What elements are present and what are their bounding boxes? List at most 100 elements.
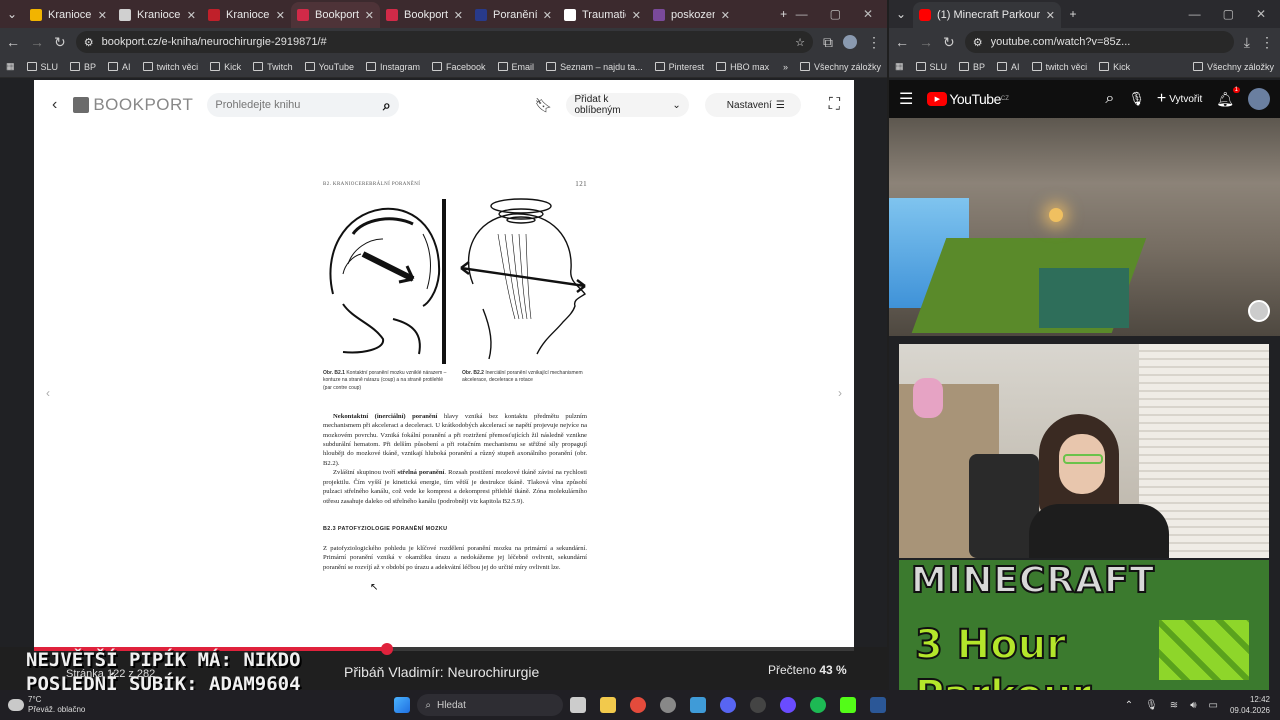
bookmark-item[interactable]: Facebook <box>432 62 486 72</box>
next-page-icon[interactable]: › <box>838 386 842 400</box>
menu-icon[interactable]: ⋮ <box>867 34 881 51</box>
file-explorer-icon[interactable] <box>600 697 617 713</box>
close-tab-icon[interactable]: ✕ <box>1046 9 1055 22</box>
clock[interactable]: 12:42 09.04.2026 <box>1230 694 1270 716</box>
bookmark-item[interactable]: BP <box>70 62 96 72</box>
new-tab-button[interactable]: + <box>1061 7 1085 21</box>
close-tab-icon[interactable]: ✕ <box>721 9 730 22</box>
start-icon[interactable] <box>394 697 411 713</box>
browser-tab[interactable]: Bookport – ✕ <box>380 2 469 28</box>
browser-tab[interactable]: Kranioceret ✕ <box>113 2 202 28</box>
add-favorite-button[interactable]: Přidat k oblíbeným ⌄ <box>566 93 689 117</box>
url-field[interactable]: ⚙ bookport.cz/e-kniha/neurochirurgie-291… <box>75 31 813 53</box>
bookmark-star-icon[interactable]: ☆ <box>795 36 805 49</box>
apps-icon[interactable]: ▦ <box>895 61 904 72</box>
close-tab-icon[interactable]: ✕ <box>98 9 107 22</box>
url-field[interactable]: ⚙ youtube.com/watch?v=85z... <box>964 31 1234 53</box>
bookmark-item[interactable]: Pinterest <box>654 62 704 72</box>
close-tab-icon[interactable]: ✕ <box>276 9 285 22</box>
task-view-icon[interactable] <box>570 697 587 713</box>
hamburger-icon[interactable]: ☰ <box>899 89 913 109</box>
mic-icon[interactable]: 🎙︎ <box>1145 700 1158 711</box>
word-icon[interactable] <box>870 697 887 713</box>
bookmark-item[interactable]: Email <box>497 62 534 72</box>
create-button[interactable]: + Vytvořit <box>1157 90 1202 108</box>
maximize-icon[interactable]: ▢ <box>1223 7 1234 21</box>
browser-tab[interactable]: Traumatick ✕ <box>558 2 647 28</box>
tab-search-icon[interactable]: ⌄ <box>889 7 913 21</box>
bookmark-item[interactable]: twitch věci <box>1031 62 1087 72</box>
search-icon[interactable]: ⌕ <box>1105 90 1114 108</box>
site-info-icon[interactable]: ⚙ <box>84 36 94 49</box>
maximize-icon[interactable]: ▢ <box>830 7 841 21</box>
forward-icon[interactable]: → <box>919 34 933 50</box>
volume-icon[interactable]: 🔊︎ <box>1190 700 1196 711</box>
tab-youtube[interactable]: (1) Minecraft Parkour Gameplay ✕ <box>913 2 1061 28</box>
browser-tab[interactable]: Kranioceret ✕ <box>24 2 113 28</box>
spotify-icon[interactable] <box>810 697 827 713</box>
extensions-icon[interactable]: ⧉ <box>823 34 833 51</box>
browser-tab[interactable]: Kranioceret ✕ <box>202 2 291 28</box>
apps-icon[interactable]: ▦ <box>6 61 15 72</box>
minimize-icon[interactable]: — <box>1189 7 1201 21</box>
bookmark-item[interactable]: SLU <box>26 62 58 72</box>
bookmark-item[interactable]: twitch věci <box>142 62 198 72</box>
close-tab-icon[interactable]: ✕ <box>543 9 552 22</box>
wifi-icon[interactable]: ≋ <box>1170 700 1178 711</box>
close-tab-icon[interactable]: ✕ <box>454 9 463 22</box>
chrome-icon[interactable] <box>630 697 647 713</box>
settings-icon[interactable] <box>660 697 677 713</box>
minimize-icon[interactable]: — <box>796 7 808 21</box>
microphone-icon[interactable]: 🎙︎ <box>1128 91 1145 107</box>
browser-tab[interactable]: Poranění hl ✕ <box>469 2 558 28</box>
weather-widget[interactable]: 7°C Převáž. oblačno <box>8 695 85 715</box>
back-chevron-icon[interactable]: ‹ <box>52 96 57 114</box>
bookmark-item[interactable]: AI <box>108 62 131 72</box>
reload-icon[interactable]: ↻ <box>943 34 955 51</box>
bookmarks-more[interactable]: » <box>783 62 788 72</box>
browser-tab[interactable]: Bookport – ✕ <box>291 2 380 28</box>
app-icon[interactable] <box>780 697 797 713</box>
close-tab-icon[interactable]: ✕ <box>365 9 374 22</box>
back-icon[interactable]: ← <box>6 34 20 50</box>
reading-progress-handle[interactable] <box>380 643 393 655</box>
menu-icon[interactable]: ⋮ <box>1260 34 1274 51</box>
reload-icon[interactable]: ↻ <box>54 34 66 51</box>
close-window-icon[interactable]: ✕ <box>1256 7 1266 21</box>
close-tab-icon[interactable]: ✕ <box>632 9 641 22</box>
new-tab-button[interactable]: + <box>772 7 796 21</box>
video-player[interactable] <box>889 118 1280 336</box>
bookmark-icon[interactable]: 🔖︎ <box>535 97 553 114</box>
back-icon[interactable]: ← <box>895 34 909 50</box>
book-search-field[interactable]: ⌕ <box>207 93 399 117</box>
youtube-logo[interactable]: ▶ YouTube CZ <box>927 91 1009 107</box>
search-icon[interactable]: ⌕ <box>383 97 391 114</box>
bookport-logo[interactable]: BOOKPORT <box>73 95 193 115</box>
tray-chevron-icon[interactable]: ⌃ <box>1125 700 1133 711</box>
taskbar-search[interactable]: ⌕ Hledat <box>417 694 564 716</box>
bookmark-item[interactable]: HBO max <box>716 62 769 72</box>
account-avatar[interactable] <box>1248 88 1270 110</box>
discord-icon[interactable] <box>720 697 737 713</box>
site-info-icon[interactable]: ⚙ <box>973 36 983 49</box>
bookmark-item[interactable]: Instagram <box>365 62 420 72</box>
settings-button[interactable]: Nastavení ☰ <box>704 93 801 117</box>
forward-icon[interactable]: → <box>30 34 44 50</box>
bookmark-item[interactable]: Seznam – najdu ta... <box>546 62 643 72</box>
close-tab-icon[interactable]: ✕ <box>187 9 196 22</box>
bookmark-item[interactable]: Kick <box>1099 62 1130 72</box>
bookmark-item[interactable]: YouTube <box>304 62 354 72</box>
tab-search-icon[interactable]: ⌄ <box>0 7 24 21</box>
bookmark-item[interactable]: Kick <box>210 62 241 72</box>
all-bookmarks-folder[interactable]: Všechny záložky <box>799 62 881 72</box>
browser-tab[interactable]: poskozeni_ ✕ <box>647 2 736 28</box>
all-bookmarks-folder[interactable]: Všechny záložky <box>1192 62 1274 72</box>
bookmark-item[interactable]: Twitch <box>253 62 293 72</box>
video-thumbnail[interactable]: MINECRAFT 3 Hour Parkour <box>899 560 1269 690</box>
battery-icon[interactable]: ▭ <box>1209 700 1218 711</box>
profile-avatar[interactable] <box>843 35 857 49</box>
kick-icon[interactable] <box>840 697 857 713</box>
download-icon[interactable]: ⤓ <box>1244 34 1250 51</box>
close-window-icon[interactable]: ✕ <box>863 7 873 21</box>
notifications-icon[interactable]: 🔔︎ 1 <box>1216 86 1240 108</box>
